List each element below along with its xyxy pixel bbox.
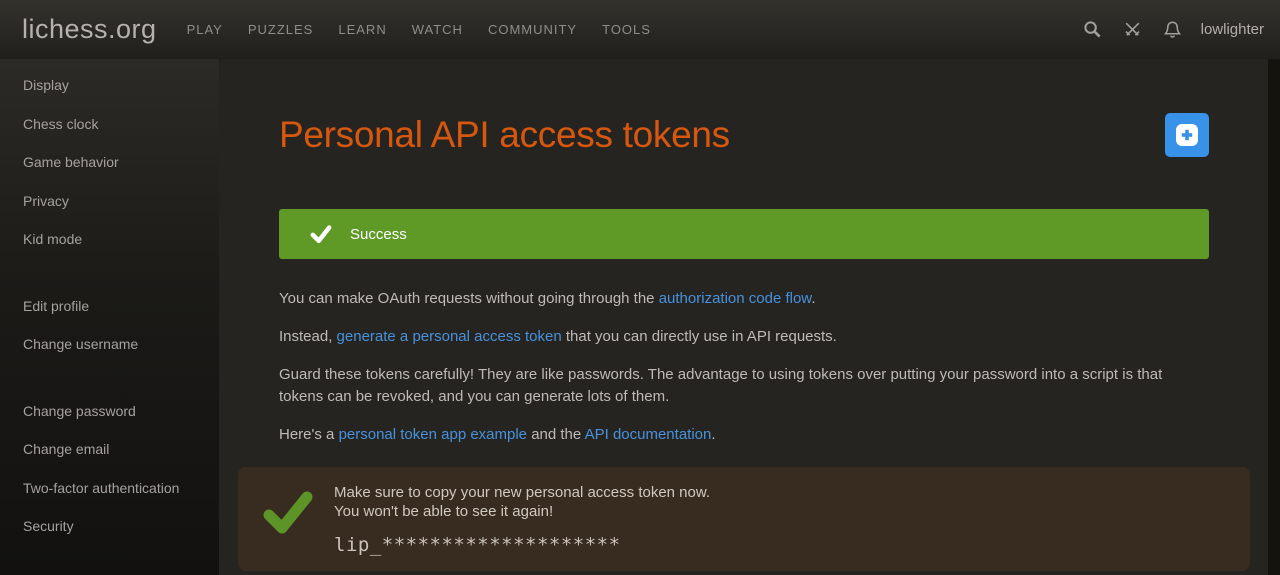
sidebar-group: DisplayChess clockGame behaviorPrivacyKi… <box>0 66 219 259</box>
intro-paragraphs: You can make OAuth requests without goin… <box>279 288 1209 446</box>
link-authorization-code-flow[interactable]: authorization code flow <box>659 290 812 307</box>
token-warning-line2: You won't be able to see it again! <box>334 502 710 521</box>
sidebar-item-change-password[interactable]: Change password <box>0 392 219 431</box>
big-check-icon <box>262 489 314 571</box>
paragraph: Guard these tokens carefully! They are l… <box>279 364 1209 408</box>
link-generate-a-personal-access-token[interactable]: generate a personal access token <box>337 328 562 345</box>
site-logo[interactable]: lichess.org <box>22 14 157 45</box>
search-icon[interactable] <box>1073 12 1113 48</box>
paragraph-text: Guard these tokens carefully! They are l… <box>279 366 1162 405</box>
page-header: Personal API access tokens <box>279 113 1209 157</box>
nav-item-puzzles[interactable]: PUZZLES <box>248 22 314 37</box>
nav-item-learn[interactable]: LEARN <box>338 22 386 37</box>
sidebar-item-privacy[interactable]: Privacy <box>0 182 219 221</box>
page-title: Personal API access tokens <box>279 114 730 156</box>
paragraph-text: that you can directly use in API request… <box>562 328 837 345</box>
paragraph: Instead, generate a personal access toke… <box>279 326 1209 348</box>
crossed-swords-icon[interactable] <box>1113 12 1153 48</box>
sidebar-group: Change passwordChange emailTwo-factor au… <box>0 392 219 546</box>
sidebar-item-two-factor-authentication[interactable]: Two-factor authentication <box>0 469 219 508</box>
paragraph-text: . <box>711 426 715 443</box>
link-api-documentation[interactable]: API documentation <box>585 426 712 443</box>
nav-menu: PLAY PUZZLES LEARN WATCH COMMUNITY TOOLS <box>187 22 651 37</box>
sidebar-group: Edit profileChange username <box>0 287 219 364</box>
main-panel: Personal API access tokens Success Yo <box>219 59 1268 575</box>
check-icon <box>310 224 332 244</box>
link-personal-token-app-example[interactable]: personal token app example <box>339 426 527 443</box>
sidebar-item-kid-mode[interactable]: Kid mode <box>0 220 219 259</box>
user-menu[interactable]: lowlighter <box>1201 21 1264 38</box>
paragraph: Here's a personal token app example and … <box>279 424 1209 446</box>
new-token-button[interactable] <box>1165 113 1209 157</box>
new-token-box: Make sure to copy your new personal acce… <box>238 467 1250 571</box>
paragraph-text: Instead, <box>279 328 337 345</box>
sidebar-item-chess-clock[interactable]: Chess clock <box>0 105 219 144</box>
plus-square-icon <box>1175 123 1199 147</box>
success-banner-label: Success <box>350 226 407 243</box>
nav-item-play[interactable]: PLAY <box>187 22 223 37</box>
nav-item-watch[interactable]: WATCH <box>412 22 463 37</box>
sidebar-item-game-behavior[interactable]: Game behavior <box>0 143 219 182</box>
token-warning-line1: Make sure to copy your new personal acce… <box>334 483 710 502</box>
sidebar-item-change-email[interactable]: Change email <box>0 430 219 469</box>
nav-item-tools[interactable]: TOOLS <box>602 22 651 37</box>
sidebar-item-change-username[interactable]: Change username <box>0 325 219 364</box>
sidebar-item-edit-profile[interactable]: Edit profile <box>0 287 219 326</box>
settings-sidebar: DisplayChess clockGame behaviorPrivacyKi… <box>0 59 219 575</box>
success-banner: Success <box>279 209 1209 259</box>
sidebar-item-display[interactable]: Display <box>0 66 219 105</box>
paragraph: You can make OAuth requests without goin… <box>279 288 1209 310</box>
nav-right: lowlighter <box>1073 12 1264 48</box>
nav-item-community[interactable]: COMMUNITY <box>488 22 577 37</box>
paragraph-text: . <box>811 290 815 307</box>
paragraph-text: You can make OAuth requests without goin… <box>279 290 659 307</box>
paragraph-text: Here's a <box>279 426 339 443</box>
top-nav: lichess.org PLAY PUZZLES LEARN WATCH COMMUNI… <box>0 0 1280 59</box>
token-value[interactable]: lip_******************** <box>334 534 710 556</box>
scrollbar-track[interactable] <box>1268 59 1280 575</box>
paragraph-text: and the <box>527 426 585 443</box>
bell-icon[interactable] <box>1153 12 1193 48</box>
sidebar-item-security[interactable]: Security <box>0 507 219 546</box>
